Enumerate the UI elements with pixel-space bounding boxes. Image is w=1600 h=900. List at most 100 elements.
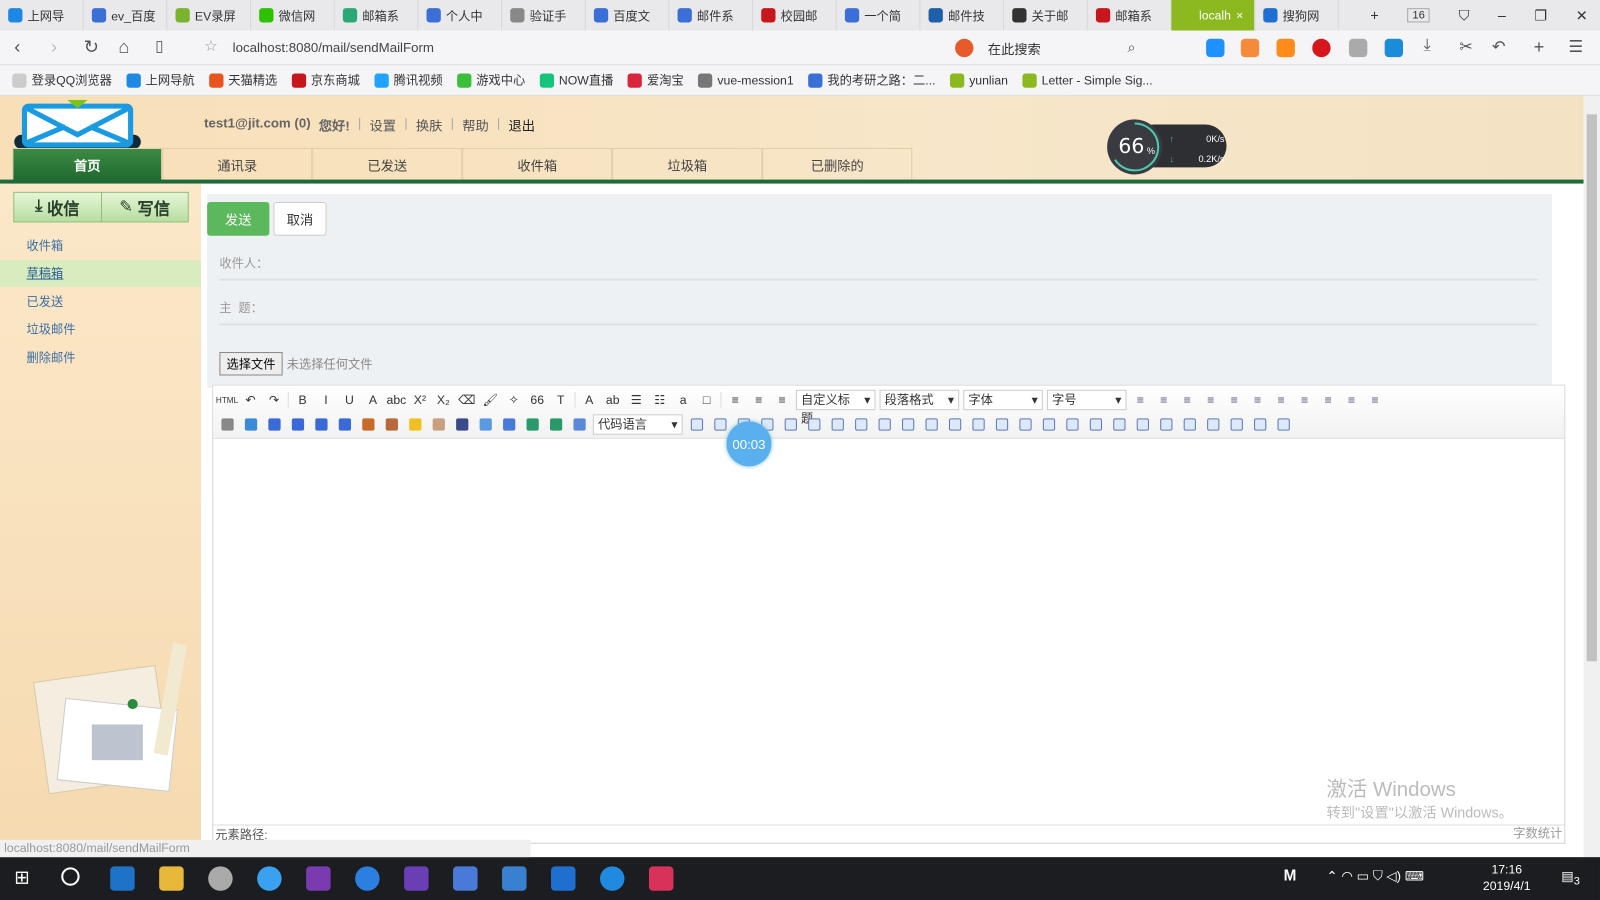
- skin-link[interactable]: 换肤: [416, 115, 443, 134]
- search-replace-icon[interactable]: [1203, 415, 1222, 433]
- select-all-icon[interactable]: a: [673, 391, 692, 409]
- bookmark[interactable]: 爱淘宝: [627, 71, 684, 88]
- scissors-icon[interactable]: ✂: [1459, 37, 1473, 57]
- link-icon[interactable]: ≡: [1342, 391, 1361, 409]
- indent-icon[interactable]: ≡: [1178, 391, 1197, 409]
- browser-tab[interactable]: localh ×: [1171, 0, 1256, 31]
- image-center-icon[interactable]: [335, 415, 354, 433]
- choose-file-button[interactable]: 选择文件: [219, 352, 283, 376]
- insert-image-icon[interactable]: [358, 415, 377, 433]
- scrawl-icon[interactable]: [429, 415, 448, 433]
- browser-tab[interactable]: 邮件系: [669, 0, 754, 31]
- help-icon[interactable]: [1273, 415, 1292, 433]
- toolbar-select[interactable]: 段落格式 ▾: [879, 389, 960, 411]
- superscript-icon[interactable]: X²: [410, 391, 429, 409]
- quote-icon[interactable]: 66: [528, 391, 547, 409]
- cortana-icon[interactable]: [61, 867, 80, 886]
- video-icon[interactable]: [452, 415, 471, 433]
- browser-tab[interactable]: 邮箱系: [335, 0, 419, 31]
- page-break-icon[interactable]: [687, 415, 706, 433]
- receive-mail-button[interactable]: ⤓ 收信: [14, 192, 102, 222]
- unordered-list-icon[interactable]: ☷: [650, 391, 669, 409]
- restore-icon[interactable]: ❐: [1534, 7, 1547, 24]
- nav-tab[interactable]: 收件箱: [462, 147, 613, 181]
- auto-format-icon[interactable]: ✧: [504, 391, 523, 409]
- browser-tab[interactable]: ev_百度: [84, 0, 168, 31]
- sidebar-item-deleted[interactable]: 删除邮件: [0, 345, 201, 372]
- browser-tab[interactable]: 验证手: [502, 0, 586, 31]
- strikethrough-icon[interactable]: abc: [387, 391, 407, 409]
- bookmark[interactable]: 我的考研之路：二...: [807, 71, 936, 88]
- edge-icon[interactable]: [599, 866, 625, 891]
- editor-content[interactable]: [213, 439, 1564, 825]
- onenote-icon[interactable]: [306, 866, 331, 891]
- align-center-icon[interactable]: ≡: [1224, 391, 1243, 409]
- html-icon[interactable]: HTML: [216, 391, 238, 409]
- split-cells-icon[interactable]: [1109, 415, 1128, 433]
- camera-live-icon[interactable]: [1276, 38, 1295, 58]
- nav-tab[interactable]: 已发送: [312, 147, 463, 181]
- align-right-icon[interactable]: ≡: [1248, 391, 1267, 409]
- bookmark[interactable]: yunlian: [949, 72, 1008, 88]
- delete-col-icon[interactable]: [1015, 415, 1034, 433]
- settings-link[interactable]: 设置: [370, 115, 397, 134]
- bookmark[interactable]: 天猫精选: [208, 71, 277, 88]
- drafts-icon[interactable]: [1250, 415, 1269, 433]
- merge-down-icon[interactable]: [1086, 415, 1105, 433]
- binoculars-icon[interactable]: [1227, 415, 1246, 433]
- anchor-icon[interactable]: [241, 415, 260, 433]
- word-image-icon[interactable]: [851, 415, 870, 433]
- sogou-browser-icon[interactable]: [355, 866, 380, 891]
- print-icon[interactable]: [1180, 415, 1199, 433]
- toolbar-select[interactable]: 字体 ▾: [963, 389, 1043, 411]
- image-left-icon[interactable]: [264, 415, 283, 433]
- search-input[interactable]: 在此搜索: [988, 39, 1041, 58]
- adblock-icon[interactable]: [1312, 38, 1331, 58]
- rtl-icon[interactable]: ≡: [1154, 391, 1173, 409]
- clear-doc-icon[interactable]: □: [697, 391, 716, 409]
- star-icon[interactable]: ☆: [204, 37, 218, 55]
- security-icon[interactable]: [551, 866, 576, 891]
- snapscreen-icon[interactable]: [874, 415, 893, 433]
- close-icon[interactable]: ✕: [1576, 7, 1588, 24]
- ordered-list-icon[interactable]: ☰: [627, 391, 646, 409]
- eraser-icon[interactable]: ⌫: [457, 391, 476, 409]
- gmap-icon[interactable]: [546, 415, 565, 433]
- sidebar-item-sent[interactable]: 已发送: [0, 289, 201, 316]
- browser-tab[interactable]: 邮箱系: [1088, 0, 1172, 31]
- bookmark[interactable]: 游戏中心: [456, 71, 525, 88]
- tab-count[interactable]: 16: [1407, 8, 1430, 23]
- bookmark[interactable]: 上网导航: [126, 71, 195, 88]
- recipient-field[interactable]: 收件人：: [219, 246, 1538, 281]
- emoticon-icon[interactable]: [405, 415, 424, 433]
- game-icon[interactable]: [1240, 38, 1260, 58]
- preview-icon[interactable]: ≡: [1365, 391, 1384, 409]
- merge-cells-icon[interactable]: [1039, 415, 1058, 433]
- new-tab-icon[interactable]: +: [1370, 7, 1378, 23]
- bookmark[interactable]: 腾讯视频: [374, 71, 443, 88]
- delete-row-icon[interactable]: [968, 415, 987, 433]
- intellij-icon[interactable]: [648, 866, 674, 891]
- browser-tab[interactable]: 百度文: [586, 0, 670, 31]
- windows-start-icon[interactable]: ⊞: [14, 867, 29, 888]
- bookmark[interactable]: Letter - Simple Sig...: [1022, 72, 1153, 88]
- back-icon[interactable]: ‹: [14, 37, 20, 58]
- browser-tab[interactable]: 校园邮: [753, 0, 837, 31]
- new-tab-icon[interactable]: +: [1534, 37, 1545, 58]
- ime-icon[interactable]: M: [1284, 867, 1297, 884]
- multi-image-icon[interactable]: [382, 415, 401, 433]
- image-right-icon[interactable]: [311, 415, 330, 433]
- toolbar-select[interactable]: 自定义标题 ▾: [795, 389, 876, 426]
- help-link[interactable]: 帮助: [462, 115, 489, 134]
- iframe-icon[interactable]: [569, 415, 588, 433]
- app-icon[interactable]: [208, 866, 233, 891]
- mail-app-icon[interactable]: [502, 866, 527, 891]
- send-button[interactable]: 发送: [207, 202, 270, 236]
- scrollbar-thumb[interactable]: [1586, 114, 1597, 662]
- insert-row-icon[interactable]: [945, 415, 964, 433]
- time-icon[interactable]: [804, 415, 823, 433]
- menu-icon[interactable]: ☰: [1568, 37, 1583, 57]
- browser-tab[interactable]: 一个简: [837, 0, 921, 31]
- bookmark[interactable]: NOW直播: [539, 71, 613, 88]
- browser-tab[interactable]: 个人中: [418, 0, 503, 31]
